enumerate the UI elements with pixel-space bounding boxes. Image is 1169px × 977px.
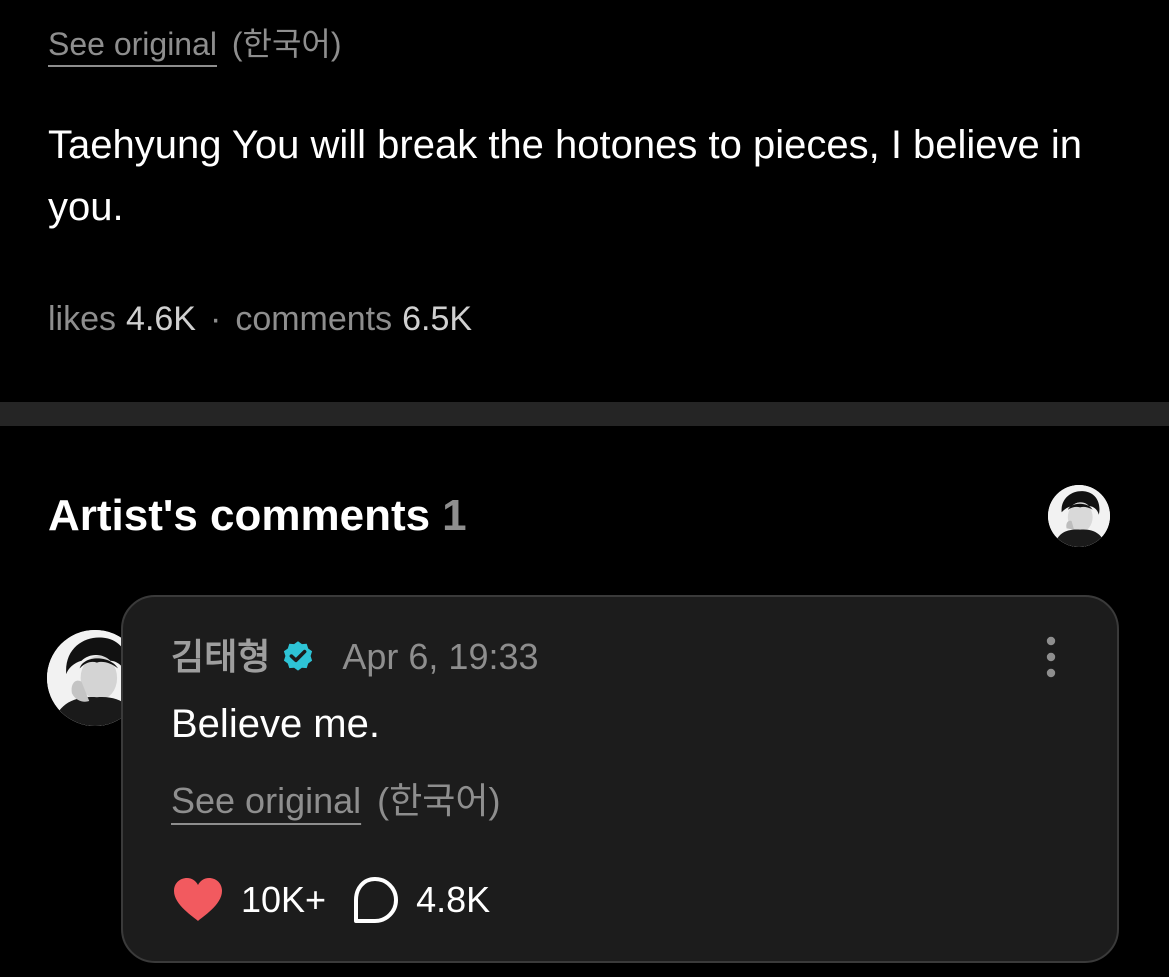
comment-translation-row: See original (한국어) [171, 777, 500, 825]
more-vertical-icon[interactable] [1039, 635, 1063, 679]
comment-reply-count: 4.8K [416, 879, 491, 920]
comment-body-text: Believe me. [171, 702, 380, 746]
comment-bubble-icon[interactable] [350, 875, 400, 925]
artist-comments-title: Artist's comments [48, 491, 431, 540]
comment-like-count: 10K+ [241, 879, 327, 920]
comment-reactions: 10K+ 4.8K [171, 875, 490, 925]
post-translation-row: See original (한국어) [48, 22, 342, 66]
original-language-label: (한국어) [231, 26, 342, 62]
see-original-link[interactable]: See original [48, 26, 217, 62]
artist-comments-count: 1 [442, 491, 467, 540]
artist-comment-card: 김태형 Apr 6, 19:33 Believe me. See origina… [121, 595, 1119, 963]
likes-count: 4.6K [126, 300, 196, 338]
artist-comments-heading: Artist's comments 1 [48, 488, 467, 544]
post-stats: likes 4.6K · comments 6.5K [48, 296, 472, 342]
comment-header: 김태형 Apr 6, 19:33 [171, 633, 539, 681]
artist-avatar-image [1048, 485, 1110, 547]
comment-see-original-link[interactable]: See original [171, 780, 361, 821]
stats-separator: · [209, 300, 222, 338]
comments-count[interactable]: 6.5K [402, 300, 472, 338]
comment-timestamp: Apr 6, 19:33 [342, 636, 539, 677]
post-body-text: Taehyung You will break the hotones to p… [48, 123, 1083, 229]
section-divider [0, 402, 1169, 426]
verified-check-icon [280, 639, 316, 675]
comment-author-name[interactable]: 김태형 [171, 633, 270, 681]
comments-label[interactable]: comments [235, 300, 392, 338]
likes-label: likes [48, 300, 117, 338]
post-section: See original (한국어) Taehyung You will bre… [0, 0, 1169, 402]
artist-avatar-small[interactable] [1048, 485, 1110, 547]
comment-original-language: (한국어) [377, 780, 501, 821]
heart-icon[interactable] [171, 876, 225, 924]
